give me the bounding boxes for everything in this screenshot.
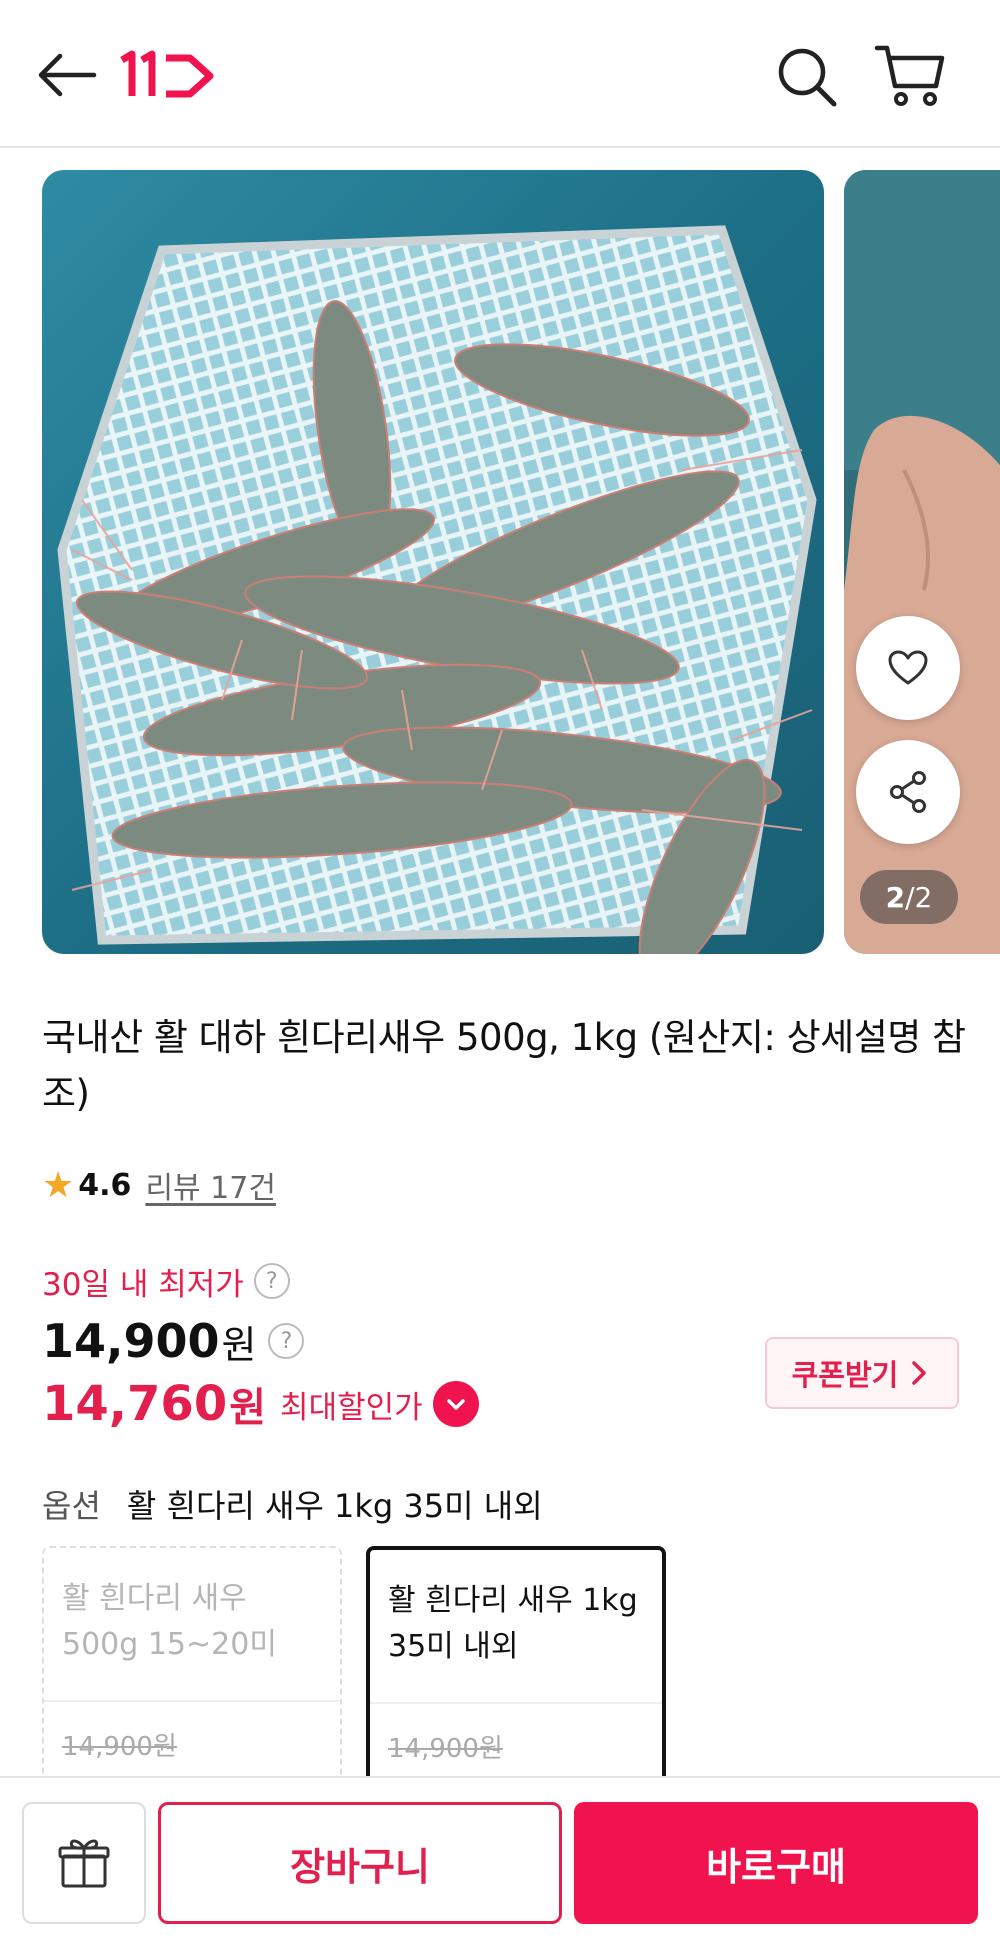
rating-score: 4.6: [78, 1167, 132, 1203]
heart-icon: [888, 650, 928, 685]
eleven-street-logo[interactable]: [118, 46, 218, 102]
lowest-price-label: 30일 내 최저가: [42, 1266, 244, 1303]
bottom-action-bar: 장바구니 바로구매: [0, 1776, 1000, 1946]
search-icon: [778, 48, 837, 107]
share-button[interactable]: [856, 740, 960, 844]
chevron-right-icon: [912, 1361, 927, 1385]
sale-price: 14,760: [42, 1376, 228, 1432]
search-button[interactable]: [774, 44, 840, 110]
get-coupon-button[interactable]: 쿠폰받기: [765, 1337, 959, 1409]
product-title: 국내산 활 대하 흰다리새우 500g, 1kg (원산지: 상세설명 참조): [42, 1016, 966, 1115]
option-card-divider: [44, 1700, 340, 1702]
max-discount-label: 최대할인가: [280, 1389, 423, 1426]
option-card-price: 14,900원: [388, 1734, 503, 1764]
option-selected-value: 활 흰다리 새우 1kg 35미 내외: [126, 1487, 543, 1525]
add-to-cart-button[interactable]: 장바구니: [158, 1802, 562, 1924]
lowest-price-label-row: 30일 내 최저가 ?: [42, 1256, 290, 1306]
wishlist-button[interactable]: [856, 616, 960, 720]
gift-icon: [58, 1839, 110, 1888]
product-image-gallery[interactable]: 2/2: [0, 170, 1000, 956]
option-card-name: 활 흰다리 새우 500g 15~20미: [62, 1581, 277, 1662]
original-price-unit: 원: [221, 1322, 257, 1367]
gift-button[interactable]: [22, 1802, 146, 1924]
question-icon[interactable]: ?: [253, 1263, 290, 1299]
cart-icon: [874, 45, 945, 106]
cart-button[interactable]: [874, 42, 946, 110]
buy-now-button[interactable]: 바로구매: [574, 1802, 978, 1924]
image-counter-current: 2: [885, 880, 906, 914]
image-counter-total: /2: [905, 880, 933, 914]
star-icon: ★: [42, 1164, 75, 1206]
rating-summary: ★ 4.6 리뷰 17건: [42, 1160, 276, 1210]
back-button[interactable]: [36, 50, 98, 100]
product-image-main[interactable]: [42, 170, 824, 954]
question-icon[interactable]: ?: [268, 1323, 305, 1359]
option-label: 옵션: [42, 1487, 101, 1525]
original-price: 14,900: [42, 1314, 220, 1368]
get-coupon-label: 쿠폰받기: [791, 1358, 899, 1392]
review-count-link[interactable]: 리뷰 17건: [145, 1163, 276, 1207]
option-card-1kg[interactable]: 활 흰다리 새우 1kg 35미 내외 14,900원: [366, 1546, 666, 1786]
share-icon: [890, 771, 926, 813]
app-header: [0, 0, 1000, 148]
option-selector-row: 옵션 활 흰다리 새우 1kg 35미 내외: [42, 1476, 543, 1532]
check-icon[interactable]: [432, 1381, 479, 1427]
option-card-500g[interactable]: 활 흰다리 새우 500g 15~20미 14,900원: [42, 1546, 342, 1786]
sale-price-unit: 원: [229, 1385, 267, 1431]
option-card-name: 활 흰다리 새우 1kg 35미 내외: [388, 1583, 638, 1664]
option-card-price: 14,900원: [62, 1732, 177, 1762]
image-counter: 2/2: [860, 870, 958, 924]
option-card-divider: [370, 1702, 662, 1704]
max-discount-price-row: 14,760 원 최대할인가: [42, 1372, 479, 1436]
back-arrow-icon: [38, 53, 97, 97]
original-price-row: 14,900 원 ?: [42, 1310, 305, 1372]
